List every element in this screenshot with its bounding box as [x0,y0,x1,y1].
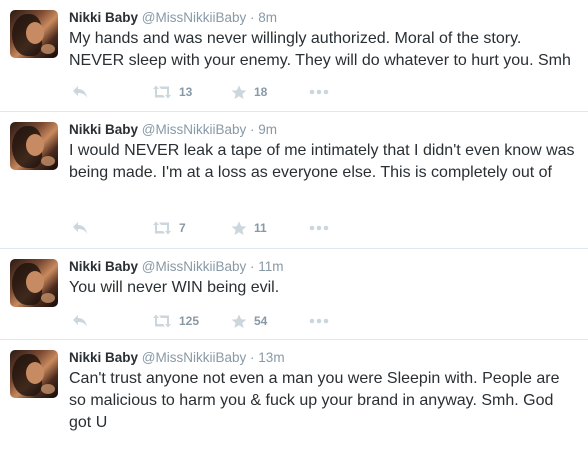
more-icon [309,89,329,95]
separator-dot: · [250,350,255,365]
retweet-count: 125 [179,314,200,328]
retweet-button[interactable]: 125 [152,313,199,329]
tweet-text: You will never WIN being evil. [69,279,280,296]
reply-icon [73,222,87,234]
username[interactable]: @MissNikkiiBaby [142,259,246,274]
tweet-header: Nikki Baby @MissNikkiiBaby · 8m [69,10,277,25]
tweet[interactable]: Nikki Baby @MissNikkiiBaby · 8m My hands… [0,0,588,112]
favorite-button[interactable]: 18 [231,84,267,100]
tweet-text: I would NEVER leak a tape of me intimate… [69,142,575,181]
tweet-text: My hands and was never willingly authori… [69,30,571,69]
retweet-icon [153,314,171,328]
retweet-icon [153,221,171,235]
display-name[interactable]: Nikki Baby [69,122,138,137]
avatar[interactable] [10,10,58,58]
tweet-actions: 13 18 [69,84,369,100]
star-icon [231,85,247,99]
reply-button[interactable] [72,313,88,329]
retweet-button[interactable]: 13 [152,84,192,100]
display-name[interactable]: Nikki Baby [69,350,138,365]
reply-icon [73,86,87,98]
tweet[interactable]: Nikki Baby @MissNikkiiBaby · 9m I would … [0,112,588,249]
display-name[interactable]: Nikki Baby [69,10,138,25]
retweet-count: 13 [179,85,193,99]
avatar[interactable] [10,259,58,307]
tweet[interactable]: Nikki Baby @MissNikkiiBaby · 13m Can't t… [0,340,588,449]
tweet-header: Nikki Baby @MissNikkiiBaby · 9m [69,122,277,137]
timestamp[interactable]: 11m [258,259,283,274]
reply-button[interactable] [72,84,88,100]
reply-button[interactable] [72,220,88,236]
more-button[interactable] [309,220,329,236]
more-button[interactable] [309,84,329,100]
separator-dot: · [250,259,255,274]
star-icon [231,221,247,235]
retweet-icon [153,85,171,99]
favorite-button[interactable]: 54 [231,313,267,329]
favorite-count: 11 [254,221,267,235]
favorite-count: 54 [254,314,268,328]
separator-dot: · [250,10,255,25]
tweet-actions: 125 54 [69,313,369,329]
reply-icon [73,315,87,327]
retweet-button[interactable]: 7 [152,220,186,236]
display-name[interactable]: Nikki Baby [69,259,138,274]
tweet-text: Can't trust anyone not even a man you we… [69,370,560,431]
tweet-header: Nikki Baby @MissNikkiiBaby · 11m [69,259,284,274]
more-button[interactable] [309,313,329,329]
timestamp[interactable]: 9m [258,122,277,137]
tweet-timeline: Nikki Baby @MissNikkiiBaby · 8m My hands… [0,0,588,449]
username[interactable]: @MissNikkiiBaby [142,350,246,365]
favorite-button[interactable]: 11 [231,220,267,236]
retweet-count: 7 [179,221,186,235]
tweet-header: Nikki Baby @MissNikkiiBaby · 13m [69,350,285,365]
tweet-actions: 7 11 [69,220,369,236]
more-icon [309,318,329,324]
tweet[interactable]: Nikki Baby @MissNikkiiBaby · 11m You wil… [0,249,588,340]
timestamp[interactable]: 8m [258,10,277,25]
separator-dot: · [250,122,255,137]
timestamp[interactable]: 13m [258,350,284,365]
username[interactable]: @MissNikkiiBaby [142,122,246,137]
favorite-count: 18 [254,85,268,99]
star-icon [231,314,247,328]
more-icon [309,225,329,231]
username[interactable]: @MissNikkiiBaby [142,10,246,25]
avatar[interactable] [10,350,58,398]
avatar[interactable] [10,122,58,170]
